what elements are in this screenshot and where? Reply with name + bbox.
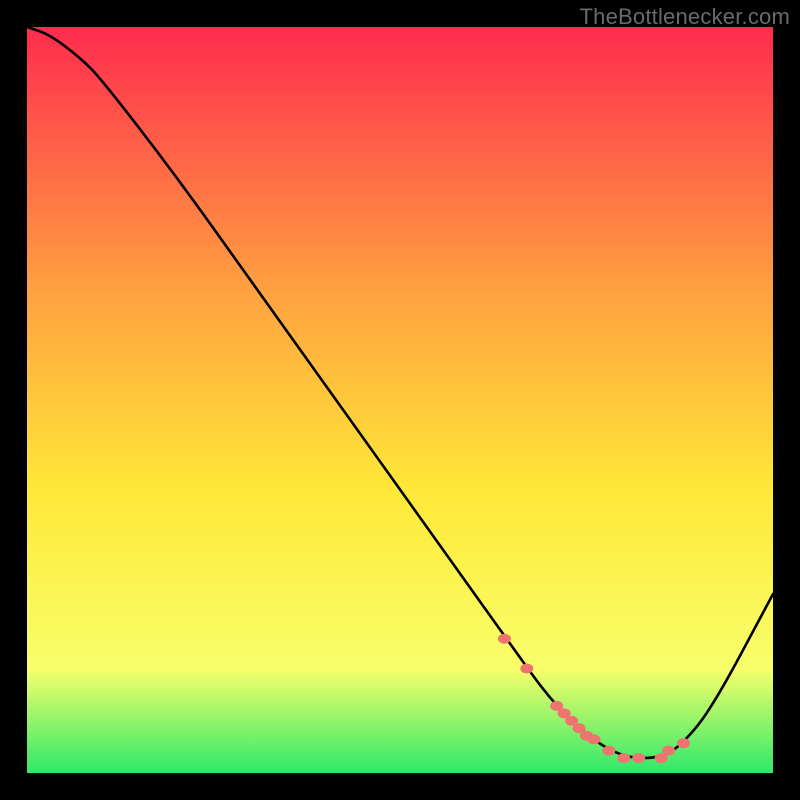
chart-plot: [27, 27, 773, 773]
chart-stage: TheBottlenecker.com: [0, 0, 800, 800]
highlight-marker: [498, 634, 511, 644]
highlight-marker: [520, 664, 533, 674]
highlight-marker: [677, 738, 690, 748]
watermark-text: TheBottlenecker.com: [580, 4, 790, 30]
highlight-marker: [632, 753, 645, 763]
highlight-marker: [602, 746, 615, 756]
highlight-marker: [617, 753, 630, 763]
highlight-marker: [587, 734, 600, 744]
highlight-marker: [662, 746, 675, 756]
gradient-background: [27, 27, 773, 773]
